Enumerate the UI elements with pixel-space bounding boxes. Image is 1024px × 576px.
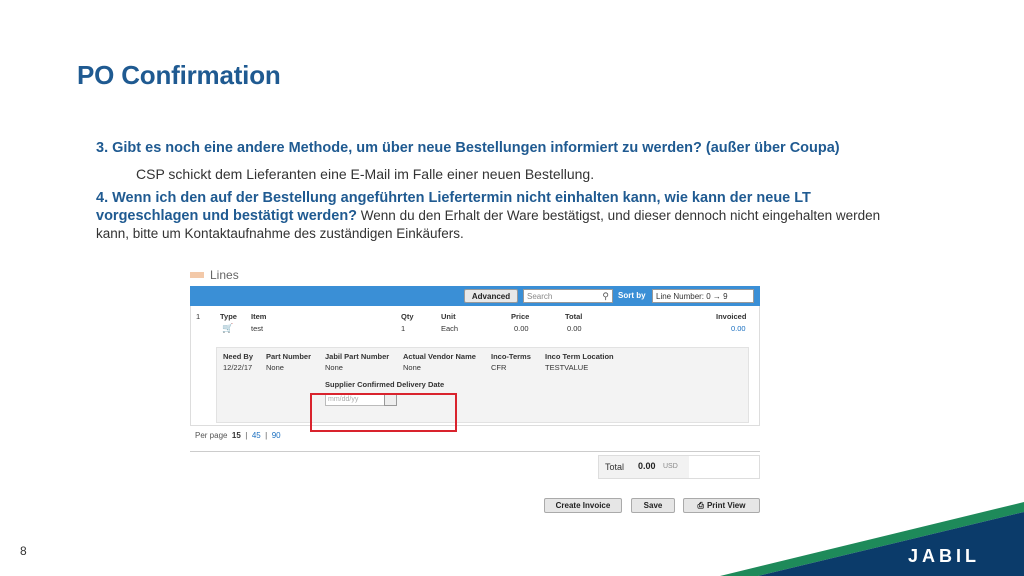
detail-header-jabil-part-number: Jabil Part Number — [325, 352, 390, 361]
detail-inco-terms: CFR — [491, 363, 507, 372]
row-unit: Each — [441, 324, 459, 333]
question-4: 4. Wenn ich den auf der Bestellung angef… — [96, 189, 936, 243]
detail-header-actual-vendor: Actual Vendor Name — [403, 352, 476, 361]
answer-4-inline: Wenn du den Erhalt der Ware bestätigst, … — [357, 208, 881, 223]
answer-4-continued: kann, bitte um Kontaktaufnahme des zustä… — [96, 226, 464, 241]
create-invoice-button[interactable]: Create Invoice — [544, 498, 622, 513]
print-view-label: Print View — [706, 501, 746, 510]
row-invoiced[interactable]: 0.00 — [731, 324, 746, 333]
page-title: PO Confirmation — [77, 60, 281, 90]
header-invoiced: Invoiced — [716, 312, 747, 321]
supplier-date-label: Supplier Confirmed Delivery Date — [325, 380, 445, 389]
per-page-90[interactable]: 90 — [272, 431, 281, 440]
total-currency: USD — [663, 463, 678, 470]
section-stripe-icon — [190, 272, 204, 278]
divider — [190, 451, 760, 452]
header-item: Item — [251, 312, 267, 321]
per-page-label: Per page — [195, 431, 228, 440]
per-page-15[interactable]: 15 — [232, 431, 241, 440]
per-page-sep-1: | — [245, 431, 248, 440]
advanced-button[interactable]: Advanced — [464, 289, 518, 303]
detail-jabil-part-number: None — [325, 363, 343, 372]
sort-select[interactable]: Line Number: 0 → 9 — [652, 289, 754, 303]
detail-header-inco-location: Inco Term Location — [545, 352, 614, 361]
lines-section-header: Lines — [190, 268, 239, 282]
per-page-sep-2: | — [265, 431, 268, 440]
header-price: Price — [511, 312, 530, 321]
detail-actual-vendor: None — [403, 363, 421, 372]
page-number: 8 — [20, 544, 27, 558]
header-type: Type — [220, 312, 237, 321]
question-4-line1: 4. Wenn ich den auf der Bestellung angef… — [96, 190, 811, 206]
footer-band-navy — [758, 512, 1024, 576]
per-page-45[interactable]: 45 — [252, 431, 261, 440]
question-3: 3. Gibt es noch eine andere Methode, um … — [96, 140, 840, 156]
lines-section-title: Lines — [210, 268, 239, 282]
detail-header-need-by: Need By — [223, 352, 254, 361]
row-item: test — [251, 324, 264, 333]
detail-need-by: 12/22/17 — [223, 363, 253, 372]
header-unit: Unit — [441, 312, 456, 321]
cart-icon: 🛒 — [222, 323, 234, 333]
detail-header-part-number: Part Number — [266, 352, 312, 361]
print-view-button[interactable]: ⎙ Print View — [683, 498, 760, 513]
line-number: 1 — [196, 312, 201, 321]
search-input[interactable]: Search ⚲ — [523, 289, 613, 303]
answer-3: CSP schickt dem Lieferanten eine E-Mail … — [136, 166, 595, 182]
per-page-selector: Per page 15 | 45 | 90 — [195, 431, 281, 440]
detail-part-number: None — [266, 363, 284, 372]
detail-header-inco-terms: Inco-Terms — [491, 352, 531, 361]
header-total: Total — [565, 312, 583, 321]
row-total: 0.00 — [567, 324, 582, 333]
sort-by-label: Sort by — [618, 291, 646, 300]
save-button[interactable]: Save — [631, 498, 675, 513]
row-qty: 1 — [401, 324, 406, 333]
question-4-line2: vorgeschlagen und bestätigt werden? — [96, 208, 358, 224]
header-qty: Qty — [401, 312, 414, 321]
search-placeholder: Search — [527, 292, 553, 301]
search-icon[interactable]: ⚲ — [602, 291, 609, 302]
row-price: 0.00 — [514, 324, 529, 333]
jabil-logo: JABIL — [908, 546, 981, 566]
total-label: Total — [605, 462, 625, 472]
printer-icon: ⎙ — [697, 500, 704, 510]
detail-inco-location: TESTVALUE — [545, 363, 589, 372]
total-value: 0.00 — [638, 461, 656, 471]
highlight-box — [310, 393, 457, 432]
